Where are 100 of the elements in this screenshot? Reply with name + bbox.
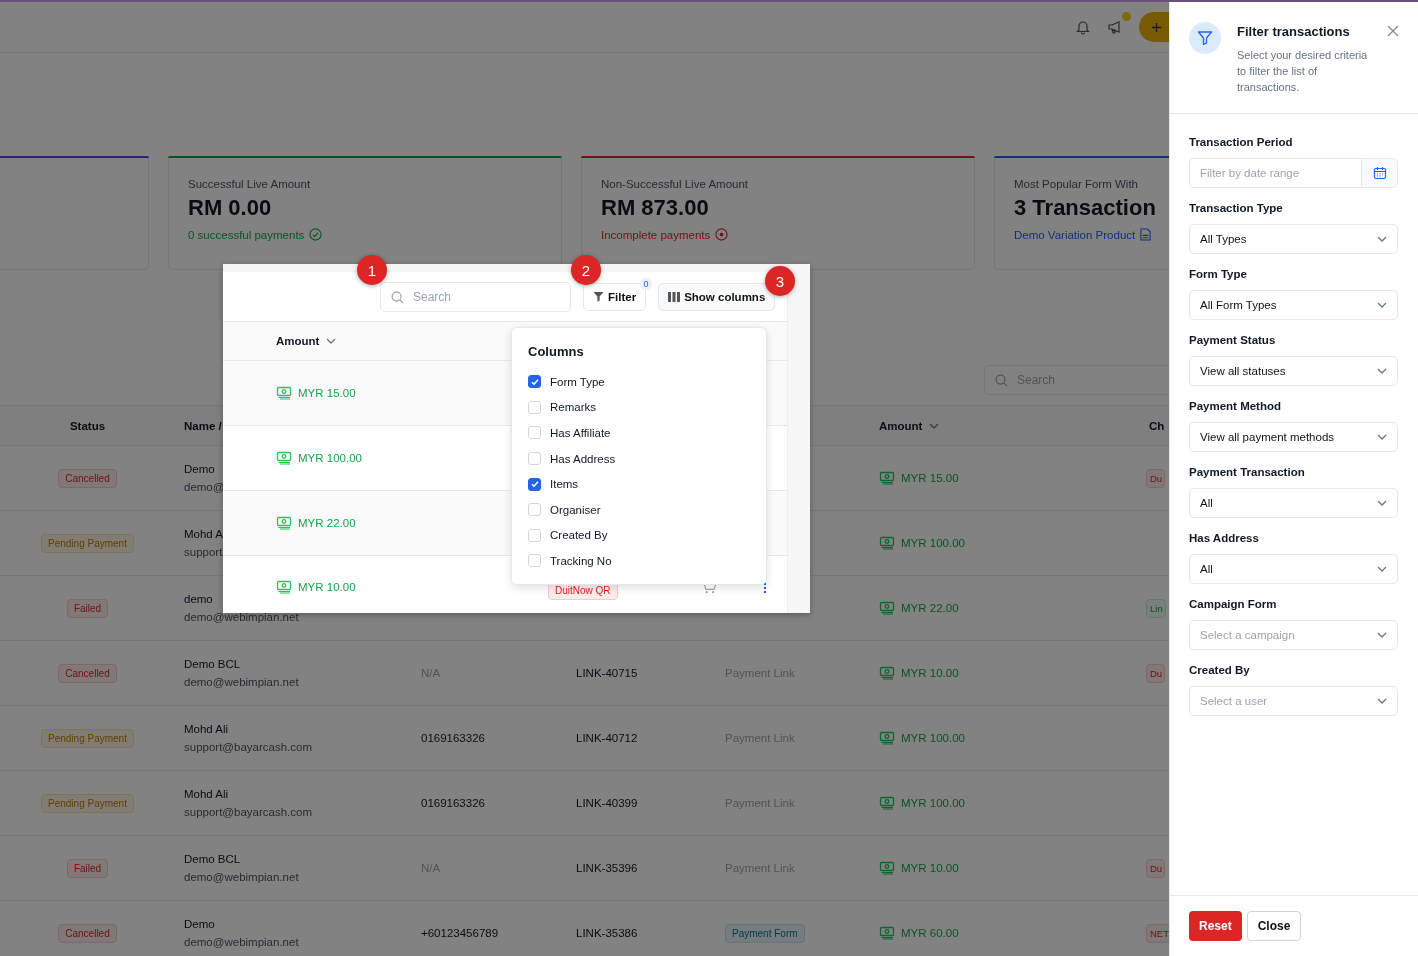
checkbox[interactable] — [528, 375, 541, 389]
banknote-icon — [879, 601, 895, 615]
reference-number: LINK-35396 — [576, 862, 638, 874]
drawer-title: Filter transactions — [1237, 24, 1351, 39]
column-option[interactable]: Has Address — [550, 452, 616, 465]
column-option[interactable]: Created By — [550, 529, 608, 542]
status-tag: Failed — [66, 598, 109, 618]
customer-name: Demo — [184, 463, 215, 475]
field-label: Payment Method — [1189, 400, 1282, 412]
close-icon[interactable] — [1387, 25, 1399, 37]
search-field[interactable]: Search — [380, 281, 571, 312]
amount: MYR 60.00 — [901, 927, 959, 939]
banknote-icon — [879, 471, 895, 485]
phone-number: +60123456789 — [421, 927, 499, 939]
reset-button[interactable]: Reset — [1189, 911, 1242, 941]
status-tag: Pending Payment — [41, 533, 134, 553]
customer-name: Demo BCL — [184, 853, 241, 865]
add-button[interactable] — [1139, 12, 1169, 42]
menu-title: Columns — [528, 344, 585, 359]
field-label: Transaction Period — [1189, 136, 1294, 148]
select-field[interactable]: View all payment methods — [1189, 422, 1398, 452]
amount: MYR 10.00 — [901, 667, 959, 679]
amount: MYR 15.00 — [901, 472, 959, 484]
chevron-down-icon — [929, 422, 940, 429]
more-options-icon[interactable] — [762, 582, 767, 594]
column-option[interactable]: Items — [550, 478, 579, 491]
column-option[interactable]: Organiser — [550, 503, 601, 516]
amount: MYR 10.00 — [298, 581, 356, 593]
status-tag: Cancelled — [58, 468, 117, 488]
customer-email: demo@ — [184, 481, 225, 493]
columns-icon — [668, 291, 681, 302]
channel-tag: Du — [1146, 468, 1166, 488]
calendar-button[interactable] — [1362, 158, 1398, 188]
reference-number: LINK-40712 — [576, 732, 638, 744]
banknote-icon — [879, 796, 895, 810]
step-marker: 1 — [357, 255, 387, 285]
customer-email: demo@webimpian.net — [184, 871, 299, 883]
checkbox[interactable] — [528, 477, 541, 491]
column-header[interactable]: Amount — [276, 335, 320, 347]
field-label: Form Type — [1189, 268, 1248, 280]
channel-tag: Lin — [1146, 598, 1166, 618]
stat-value: RM 873.00 — [601, 195, 710, 221]
banknote-icon — [276, 386, 292, 400]
bell-icon[interactable] — [1075, 19, 1091, 35]
funnel-icon — [1189, 22, 1221, 54]
show-columns-button[interactable]: Show columns — [658, 282, 776, 311]
channel-tag: Du — [1146, 663, 1166, 683]
filter-count-badge: 0 — [640, 277, 653, 290]
field-label: Payment Transaction — [1189, 466, 1306, 478]
megaphone-icon[interactable] — [1107, 19, 1123, 35]
banknote-icon — [276, 451, 292, 465]
column-option[interactable]: Tracking No — [550, 554, 612, 567]
column-option[interactable]: Has Affiliate — [550, 427, 611, 439]
column-option[interactable]: Form Type — [550, 375, 605, 388]
amount: MYR 100.00 — [901, 797, 965, 809]
status-tag: Cancelled — [58, 663, 117, 683]
phone-number: 0169163326 — [421, 797, 485, 809]
banknote-icon — [276, 580, 292, 594]
channel-tag: NET — [1146, 923, 1169, 943]
column-option[interactable]: Remarks — [550, 401, 596, 414]
check-circle-icon — [309, 228, 323, 241]
select-field[interactable]: All — [1189, 488, 1398, 518]
column-header[interactable]: Name / — [184, 419, 222, 432]
x-circle-icon — [715, 228, 729, 241]
chevron-down-icon — [1377, 236, 1387, 242]
chevron-down-icon — [1377, 368, 1387, 374]
calendar-icon — [1372, 166, 1387, 180]
banknote-icon — [276, 516, 292, 530]
chevron-down-icon — [1377, 302, 1387, 308]
column-header[interactable]: Amount — [879, 419, 923, 432]
amount: MYR 22.00 — [901, 602, 959, 614]
stat-label: Most Popular Form With — [1014, 178, 1139, 190]
field-label: Payment Status — [1189, 334, 1277, 346]
reference-number: LINK-35386 — [576, 927, 638, 939]
select-field[interactable]: All Types — [1189, 224, 1398, 254]
stat-label: Non-Successful Live Amount — [601, 178, 750, 190]
customer-name: Demo BCL — [184, 658, 241, 670]
date-range-field[interactable]: Filter by date range — [1189, 158, 1362, 188]
status-tag: Failed — [66, 858, 109, 878]
field-label: Campaign Form — [1189, 598, 1278, 610]
select-field[interactable]: View all statuses — [1189, 356, 1398, 386]
customer-email: demo@webimpian.net — [184, 676, 299, 688]
chevron-down-icon — [1377, 434, 1387, 440]
column-header[interactable]: Ch — [1149, 419, 1165, 432]
chevron-down-icon — [1377, 698, 1387, 704]
plus-icon — [1151, 21, 1162, 33]
column-header[interactable]: Status — [69, 419, 106, 432]
select-field[interactable]: All — [1189, 554, 1398, 584]
form-type-tag: Payment Form — [725, 923, 805, 943]
reference-number: LINK-40715 — [576, 667, 638, 679]
stat-label: Successful Live Amount — [188, 178, 312, 190]
customer-email: demo@webimpian.net — [184, 611, 299, 623]
customer-email: support@bayarcash.com — [184, 741, 312, 753]
select-field[interactable]: All Form Types — [1189, 290, 1398, 320]
phone-number: 0169163326 — [421, 732, 485, 744]
banknote-icon — [879, 666, 895, 680]
amount: MYR 100.00 — [901, 537, 965, 549]
close-button[interactable]: Close — [1246, 911, 1302, 941]
chevron-down-icon — [326, 338, 337, 344]
field-label: Created By — [1189, 664, 1251, 676]
